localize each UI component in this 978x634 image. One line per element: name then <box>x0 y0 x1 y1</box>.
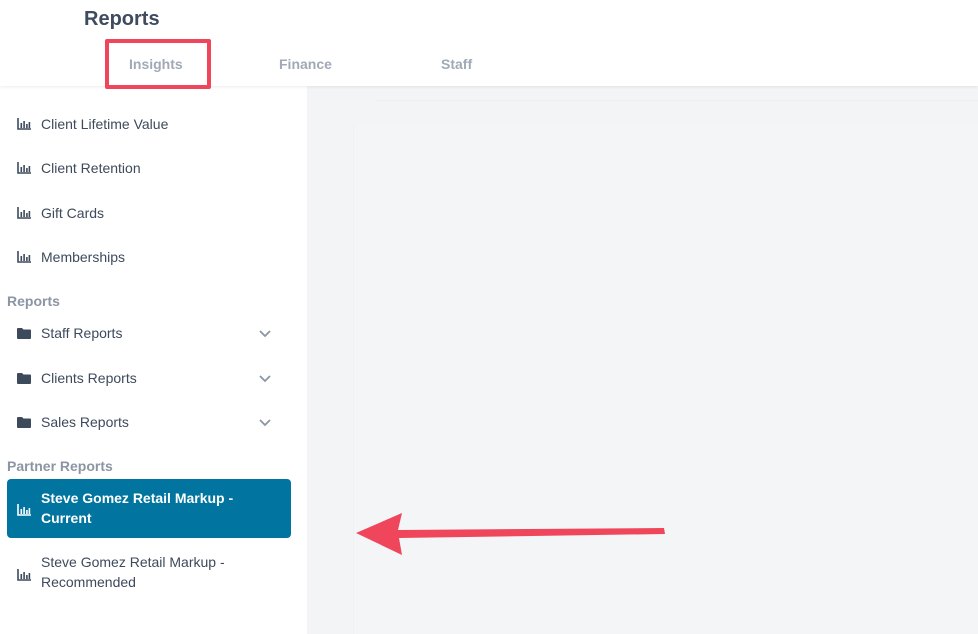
page-header: Reports Insights Finance Staff <box>0 0 978 86</box>
folder-icon <box>17 416 31 428</box>
section-title-partner-reports: Partner Reports <box>7 458 113 474</box>
sidebar-item-client-retention[interactable]: Client Retention <box>0 148 307 188</box>
tab-staff[interactable]: Staff <box>441 56 472 72</box>
page-title: Reports <box>84 8 160 30</box>
sidebar-item-label: Steve Gomez Retail Markup - Current <box>41 490 234 526</box>
sidebar-item-label: Client Retention <box>41 160 141 176</box>
bar-chart-icon <box>17 207 31 219</box>
bar-chart-icon <box>17 118 31 130</box>
tab-insights[interactable]: Insights <box>129 56 183 72</box>
sidebar-item-label: Staff Reports <box>41 325 123 341</box>
content-divider <box>375 100 978 127</box>
annotation-arrow <box>356 513 665 555</box>
sidebar: Client Lifetime Value Client Retention G… <box>0 86 307 634</box>
sidebar-item-gift-cards[interactable]: Gift Cards <box>0 193 307 233</box>
chevron-down-icon[interactable] <box>257 370 273 386</box>
sidebar-item-client-lifetime-value[interactable]: Client Lifetime Value <box>0 104 307 144</box>
sidebar-item-label: Memberships <box>41 249 126 265</box>
chevron-down-icon[interactable] <box>257 414 273 430</box>
sidebar-item-sales-reports[interactable]: Sales Reports <box>0 402 307 442</box>
bar-chart-icon <box>17 503 31 521</box>
sidebar-item-label: Gift Cards <box>41 205 105 221</box>
bar-chart-icon <box>17 251 31 263</box>
section-title-reports: Reports <box>7 293 60 309</box>
sidebar-item-label: Client Lifetime Value <box>41 116 169 132</box>
sidebar-item-memberships[interactable]: Memberships <box>0 237 307 277</box>
sidebar-item-label: Sales Reports <box>41 414 129 430</box>
tab-finance[interactable]: Finance <box>279 56 332 72</box>
sidebar-item-label: Steve Gomez Retail Markup - Recommended <box>41 554 225 590</box>
sidebar-item-label: Clients Reports <box>41 370 137 386</box>
bar-chart-icon <box>17 162 31 174</box>
sidebar-item-staff-reports[interactable]: Staff Reports <box>0 313 307 353</box>
folder-icon <box>17 327 31 339</box>
folder-icon <box>17 372 31 384</box>
sidebar-item-clients-reports[interactable]: Clients Reports <box>0 358 307 398</box>
sidebar-item-retail-markup-recommended[interactable]: Steve Gomez Retail Markup - Recommended <box>0 552 307 598</box>
bar-chart-icon <box>17 568 31 586</box>
sidebar-item-retail-markup-current[interactable]: Steve Gomez Retail Markup - Current <box>7 479 291 538</box>
chevron-down-icon[interactable] <box>257 325 273 341</box>
